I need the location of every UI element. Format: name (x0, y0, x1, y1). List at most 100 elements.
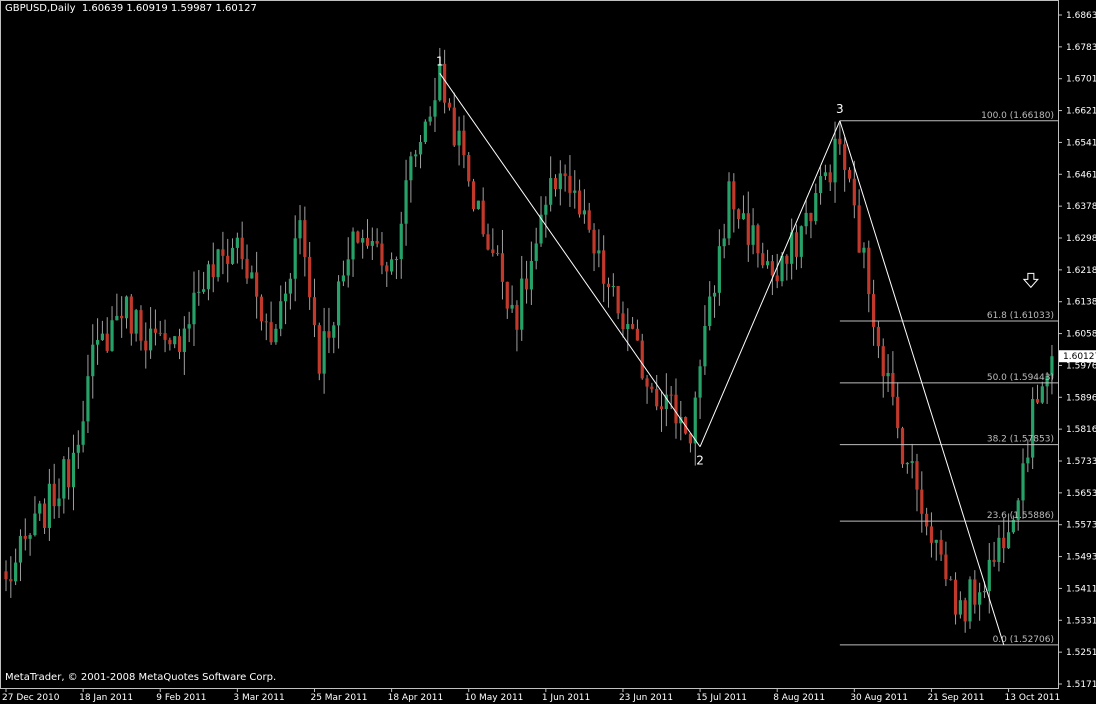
fib-label: 100.0 (1.66180) (981, 111, 1054, 121)
date-tick-label: 8 Aug 2011 (773, 693, 825, 703)
candle-body (308, 256, 312, 298)
candle-body (510, 304, 514, 309)
candle-body (303, 220, 307, 257)
candle-body (621, 313, 625, 330)
candle-body (71, 452, 76, 488)
candle-body (269, 322, 273, 343)
candle-body (934, 539, 938, 543)
price-tick-label: 1.55735 (1066, 521, 1096, 531)
candle-body (124, 296, 129, 319)
candle-body (987, 559, 991, 592)
candle-body (717, 246, 721, 293)
candle-body (843, 144, 847, 170)
fib-label: 61.8 (1.61033) (987, 311, 1054, 321)
candle-body (356, 231, 360, 243)
candle-body (129, 296, 133, 334)
candle-body (467, 155, 471, 182)
candle-body (674, 394, 678, 424)
candle-body (905, 462, 909, 465)
candle-body (818, 176, 823, 194)
price-tick-label: 1.57335 (1066, 457, 1096, 467)
candle-body (775, 275, 779, 282)
down-arrow-icon (1022, 272, 1039, 289)
candle-body (163, 333, 167, 340)
candle-body (920, 489, 924, 514)
candle-body (173, 336, 177, 345)
candle-body (823, 172, 827, 177)
candle-body (891, 372, 895, 397)
date-tick-label: 25 Mar 2011 (310, 693, 367, 703)
candle-body (847, 169, 852, 179)
candle-body (399, 223, 403, 260)
candle-body (1026, 457, 1030, 464)
candle-body (100, 333, 104, 341)
price-tick-label: 1.63780 (1066, 202, 1096, 212)
candle-body (496, 253, 500, 255)
candle-body (568, 175, 572, 193)
price-tick-label: 1.59760 (1066, 361, 1096, 371)
wave-label-1: 1 (436, 54, 444, 68)
candle-body (380, 243, 384, 266)
candle-body (438, 63, 442, 101)
candle-body (120, 315, 124, 319)
candle-body (741, 213, 746, 220)
price-tick-label: 1.66210 (1066, 107, 1096, 117)
candle-body (611, 285, 615, 288)
candle-body (626, 324, 630, 330)
candle-body (606, 283, 611, 288)
candle-body (62, 459, 66, 499)
candle-body (187, 324, 191, 329)
candle-body (515, 304, 519, 330)
candle-body (693, 397, 697, 444)
candle-body (462, 130, 466, 156)
price-tick-label: 1.53310 (1066, 616, 1096, 626)
candle-body (876, 326, 881, 347)
candle-body (968, 579, 972, 622)
candle-body (982, 591, 987, 593)
candle-body (332, 325, 336, 338)
candle-body (939, 539, 943, 555)
candle-body (346, 259, 350, 276)
candle-body (327, 331, 331, 338)
candle-body (597, 250, 601, 254)
candle-body (645, 378, 649, 387)
candle-body (915, 461, 919, 490)
candle-body (809, 212, 813, 222)
candle-body (857, 205, 861, 253)
chart-header: GBPUSD,Daily 1.60639 1.60919 1.59987 1.6… (5, 3, 257, 14)
candle-body (1031, 399, 1035, 458)
candle-body (520, 278, 524, 330)
candle-body (963, 600, 967, 622)
fib-label: 38.2 (1.57853) (987, 435, 1054, 445)
wave-line (699, 120, 841, 447)
candle-body (336, 281, 341, 326)
candle-body (144, 340, 148, 351)
candle-body (881, 346, 885, 377)
price-tick-label: 1.61385 (1066, 298, 1096, 308)
price-tick-label: 1.52510 (1066, 648, 1096, 658)
candle-body (534, 243, 538, 261)
candle-body (544, 204, 548, 215)
candle-body (828, 172, 832, 183)
candle-body (38, 503, 42, 514)
candle-body (780, 255, 784, 282)
candle-body (206, 264, 211, 290)
candle-body (631, 324, 635, 329)
candle-body (867, 247, 871, 295)
candle-body (558, 173, 562, 190)
price-chart[interactable]: 1.68630 1.67830 1.67010 1.66210 1.65410 1.646… (0, 0, 1096, 704)
current-price-label: 1.60127 (1063, 352, 1096, 362)
date-tick-label: 3 Mar 2011 (233, 693, 284, 703)
candle-body (872, 294, 876, 327)
candle-body (794, 232, 799, 257)
candle-body (669, 394, 673, 396)
price-tick-label: 1.68630 (1066, 11, 1096, 21)
candle-body (4, 571, 8, 580)
date-tick-label: 27 Dec 2010 (2, 693, 60, 703)
price-tick-label: 1.67830 (1066, 43, 1096, 53)
candle-body (86, 376, 90, 422)
candle-body (1040, 386, 1044, 403)
candle-body (708, 296, 712, 326)
candle-body (23, 535, 27, 539)
candle-body (1011, 519, 1015, 533)
